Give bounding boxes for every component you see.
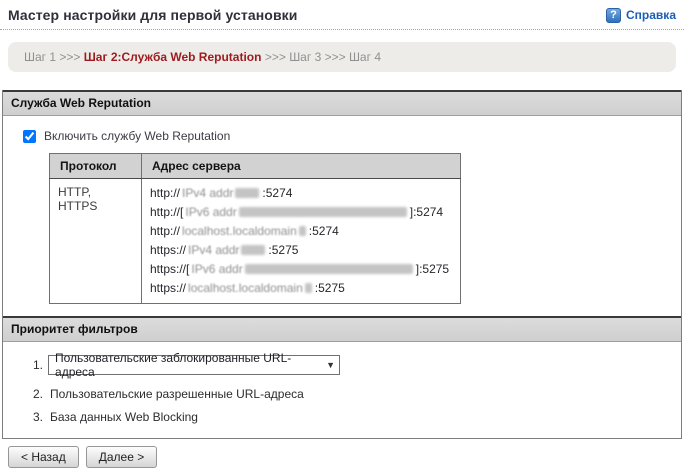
priority-number: 3. bbox=[33, 410, 43, 424]
redaction-bar bbox=[299, 226, 306, 236]
main-content-box: Служба Web Reputation Включить службу We… bbox=[2, 90, 682, 439]
help-label: Справка bbox=[626, 8, 676, 22]
wizard-page: Мастер настройки для первой установки ? … bbox=[0, 0, 684, 460]
server-url-http-localhost: http://localhost.localdomain:5274 bbox=[150, 222, 452, 241]
redaction-bar bbox=[239, 207, 407, 217]
section-header-web-reputation: Служба Web Reputation bbox=[3, 90, 681, 116]
server-url-http-ipv4: http://IPv4 addr:5274 bbox=[150, 184, 452, 203]
priority-item-1: 1. Пользовательские заблокированные URL-… bbox=[33, 355, 669, 375]
redacted-ipv6-address: IPv6 addr bbox=[189, 262, 244, 276]
enable-web-reputation-label: Включить службу Web Reputation bbox=[44, 129, 230, 143]
redacted-ipv4-address: IPv4 addr bbox=[186, 243, 241, 257]
help-link[interactable]: ? Справка bbox=[606, 8, 676, 23]
server-url-https-ipv4: https://IPv4 addr:5275 bbox=[150, 241, 452, 260]
redaction-bar bbox=[241, 245, 265, 255]
server-url-https-ipv6: https://[IPv6 addr]:5275 bbox=[150, 260, 452, 279]
redacted-hostname: localhost.localdomain bbox=[186, 281, 305, 295]
priority-number: 1. bbox=[33, 358, 43, 372]
redacted-hostname: localhost.localdomain bbox=[180, 224, 299, 238]
web-reputation-section-body: Включить службу Web Reputation Протокол … bbox=[3, 116, 681, 316]
step-2-current-label: Шаг 2:Служба Web Reputation bbox=[84, 50, 262, 64]
table-header-row: Протокол Адрес сервера bbox=[50, 154, 461, 179]
server-url-https-localhost: https://localhost.localdomain:5275 bbox=[150, 279, 452, 298]
step-4-label: Шаг 4 bbox=[349, 50, 381, 64]
section-header-filter-priority: Приоритет фильтров bbox=[3, 316, 681, 342]
step-separator: >>> bbox=[59, 50, 83, 64]
server-address-cell: http://IPv4 addr:5274 http://[IPv6 addr]… bbox=[142, 179, 461, 304]
top-header: Мастер настройки для первой установки ? … bbox=[0, 0, 684, 30]
enable-web-reputation-checkbox[interactable] bbox=[23, 130, 36, 143]
redaction-bar bbox=[305, 283, 312, 293]
redaction-bar bbox=[245, 264, 413, 274]
server-address-table: Протокол Адрес сервера HTTP, HTTPS http:… bbox=[49, 153, 461, 304]
redacted-ipv4-address: IPv4 addr bbox=[180, 186, 235, 200]
help-icon: ? bbox=[606, 8, 621, 23]
back-button[interactable]: < Назад bbox=[8, 446, 79, 468]
column-header-server-address: Адрес сервера bbox=[142, 154, 461, 179]
server-url-http-ipv6: http://[IPv6 addr]:5274 bbox=[150, 203, 452, 222]
column-header-protocol: Протокол bbox=[50, 154, 142, 179]
priority-item-label: Пользовательские разрешенные URL-адреса bbox=[48, 387, 304, 401]
priority-item-2: 2. Пользовательские разрешенные URL-адре… bbox=[33, 387, 669, 401]
priority-item-label: База данных Web Blocking bbox=[48, 410, 198, 424]
step-separator: >>> bbox=[261, 50, 289, 64]
enable-web-reputation-row: Включить службу Web Reputation bbox=[23, 129, 669, 143]
step-3-label: Шаг 3 bbox=[289, 50, 324, 64]
chevron-down-icon: ▼ bbox=[326, 360, 335, 370]
filter-priority-select[interactable]: Пользовательские заблокированные URL-адр… bbox=[48, 355, 340, 375]
priority-number: 2. bbox=[33, 387, 43, 401]
table-row: HTTP, HTTPS http://IPv4 addr:5274 http:/… bbox=[50, 179, 461, 304]
filter-priority-selected-option: Пользовательские заблокированные URL-адр… bbox=[55, 351, 326, 379]
step-separator: >>> bbox=[325, 50, 349, 64]
filter-priority-section-body: 1. Пользовательские заблокированные URL-… bbox=[3, 342, 681, 438]
wizard-navigation: < Назад Далее > bbox=[8, 446, 684, 468]
redacted-ipv6-address: IPv6 addr bbox=[183, 205, 238, 219]
wizard-steps-breadcrumb: Шаг 1 >>> Шаг 2:Служба Web Reputation >>… bbox=[8, 42, 676, 72]
next-button[interactable]: Далее > bbox=[86, 446, 158, 468]
redaction-bar bbox=[235, 188, 259, 198]
step-1-label: Шаг 1 bbox=[24, 50, 59, 64]
priority-item-3: 3. База данных Web Blocking bbox=[33, 410, 669, 424]
page-title: Мастер настройки для первой установки bbox=[8, 7, 297, 23]
protocol-cell: HTTP, HTTPS bbox=[50, 179, 142, 304]
